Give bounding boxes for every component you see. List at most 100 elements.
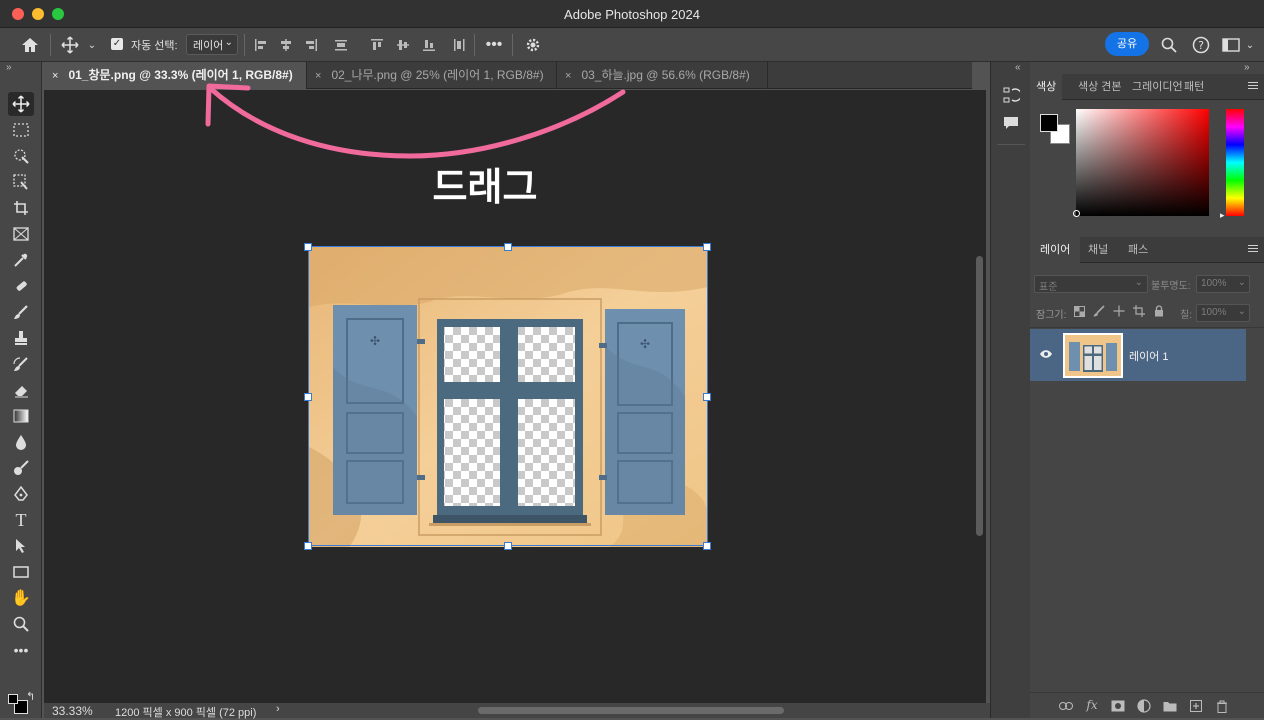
align-top-icon[interactable] [368, 36, 386, 54]
color-picker-marker[interactable] [1073, 210, 1080, 217]
layers-panel-footer: fx [1030, 692, 1264, 718]
transform-handle[interactable] [304, 542, 312, 550]
crop-tool-icon[interactable] [8, 196, 34, 220]
distribute-horizontal-icon[interactable] [332, 36, 350, 54]
horizontal-scroll-thumb[interactable] [478, 707, 784, 714]
align-right-icon[interactable] [302, 36, 320, 54]
link-layers-icon[interactable] [1058, 698, 1074, 714]
search-icon[interactable] [1158, 34, 1180, 56]
lock-all-icon[interactable] [1152, 304, 1166, 318]
chevron-down-icon[interactable]: ⌄ [86, 38, 98, 52]
transform-handle[interactable] [304, 393, 312, 401]
close-tab-icon[interactable]: × [52, 70, 58, 82]
transform-handle[interactable] [703, 243, 711, 251]
frame-tool-icon[interactable] [8, 222, 34, 246]
history-panel-icon[interactable] [1000, 84, 1022, 106]
collapse-toolbar-icon[interactable]: » [6, 62, 12, 73]
vertical-scrollbar[interactable] [972, 90, 986, 703]
blend-mode-dropdown[interactable]: 표준 ⌄ [1034, 275, 1148, 293]
opacity-value: 100% [1201, 278, 1227, 289]
transform-handle[interactable] [703, 542, 711, 550]
transform-handle[interactable] [304, 243, 312, 251]
transform-handle[interactable] [504, 542, 512, 550]
eraser-tool-icon[interactable] [8, 378, 34, 402]
delete-layer-icon[interactable] [1214, 698, 1230, 714]
transform-handle[interactable] [504, 243, 512, 251]
crop-selection-tool-icon[interactable] [8, 170, 34, 194]
transform-handle[interactable] [703, 393, 711, 401]
chevron-right-icon[interactable]: › [276, 703, 280, 715]
object-selection-tool-icon[interactable] [8, 144, 34, 168]
rectangle-tool-icon[interactable] [8, 560, 34, 584]
lock-transparent-pixels-icon[interactable] [1072, 304, 1086, 318]
help-icon[interactable]: ? [1190, 34, 1212, 56]
tab-swatches[interactable]: 색상 견본 [1072, 74, 1128, 100]
lock-position-icon[interactable] [1112, 304, 1126, 318]
healing-brush-tool-icon[interactable] [8, 274, 34, 298]
zoom-level[interactable]: 33.33% [52, 704, 93, 718]
gradient-tool-icon[interactable] [8, 404, 34, 428]
collapse-dock-icon[interactable]: « [1015, 62, 1021, 73]
title-bar: Adobe Photoshop 2024 [0, 0, 1264, 28]
path-selection-tool-icon[interactable] [8, 534, 34, 558]
color-swatches[interactable]: ↰ [6, 690, 36, 716]
dodge-tool-icon[interactable] [8, 456, 34, 480]
workspace-icon[interactable] [1220, 34, 1242, 56]
lock-image-pixels-icon[interactable] [1092, 304, 1106, 318]
color-field[interactable] [1073, 109, 1209, 217]
expand-panels-icon[interactable]: » [1244, 62, 1250, 73]
clone-stamp-tool-icon[interactable] [8, 326, 34, 350]
align-horizontal-center-icon[interactable] [277, 36, 295, 54]
transform-bounding-box[interactable] [308, 246, 708, 546]
add-mask-icon[interactable] [1110, 698, 1126, 714]
foreground-swatch[interactable] [8, 694, 18, 704]
opacity-field[interactable]: 100% ⌄ [1196, 275, 1250, 293]
panel-menu-icon[interactable] [1248, 82, 1258, 91]
auto-select-target-dropdown[interactable]: 레이어 ⌄ [186, 34, 238, 55]
edit-toolbar-icon[interactable]: ••• [8, 638, 34, 662]
tab-paths[interactable]: 패스 [1120, 237, 1156, 263]
move-tool-preset-icon[interactable] [58, 34, 82, 56]
distribute-vertical-icon[interactable] [450, 36, 468, 54]
lock-artboard-icon[interactable] [1132, 304, 1146, 318]
blur-tool-icon[interactable] [8, 430, 34, 454]
layer-style-icon[interactable]: fx [1084, 697, 1100, 713]
tab-patterns[interactable]: 패턴 [1178, 74, 1210, 100]
eye-icon[interactable] [1038, 347, 1054, 361]
hue-slider-marker[interactable]: ▸ [1220, 210, 1225, 221]
gear-icon[interactable] [521, 34, 545, 56]
vertical-scroll-thumb[interactable] [976, 256, 983, 536]
type-tool-icon[interactable]: T [8, 508, 34, 532]
marquee-tool-icon[interactable] [8, 118, 34, 142]
tab-color[interactable]: 색상 [1030, 74, 1063, 100]
brush-tool-icon[interactable] [8, 300, 34, 324]
align-left-icon[interactable] [252, 36, 270, 54]
eyedropper-tool-icon[interactable] [8, 248, 34, 272]
new-group-icon[interactable] [1162, 698, 1178, 714]
home-icon[interactable] [18, 34, 42, 56]
panel-menu-icon[interactable] [1248, 245, 1258, 254]
options-bar: ⌄ ✓ 자동 선택: 레이어 ⌄ ••• 공유 ? ⌄ [0, 28, 1264, 62]
move-tool-icon[interactable] [8, 92, 34, 116]
layer-row[interactable]: 레이어 1 [1030, 329, 1246, 381]
fill-field[interactable]: 100% ⌄ [1196, 304, 1250, 322]
tab-layers[interactable]: 레이어 [1030, 237, 1081, 263]
new-layer-icon[interactable] [1188, 698, 1204, 714]
hand-tool-icon[interactable]: ✋ [8, 586, 34, 610]
layer-name[interactable]: 레이어 1 [1129, 348, 1169, 364]
auto-select-checkbox[interactable]: ✓ [111, 38, 123, 50]
pen-tool-icon[interactable] [8, 482, 34, 506]
comments-panel-icon[interactable] [1000, 112, 1022, 134]
align-bottom-icon[interactable] [420, 36, 438, 54]
share-button[interactable]: 공유 [1105, 32, 1149, 56]
history-brush-tool-icon[interactable] [8, 352, 34, 376]
chevron-down-icon[interactable]: ⌄ [1244, 38, 1256, 52]
hue-slider[interactable] [1226, 109, 1244, 216]
adjustment-layer-icon[interactable] [1136, 698, 1152, 714]
align-vertical-center-icon[interactable] [394, 36, 412, 54]
tab-channels[interactable]: 채널 [1080, 237, 1116, 263]
swap-colors-icon[interactable]: ↰ [26, 690, 35, 703]
zoom-tool-icon[interactable] [8, 612, 34, 636]
more-options-icon[interactable]: ••• [482, 34, 506, 56]
foreground-color-swatch[interactable] [1040, 114, 1058, 132]
